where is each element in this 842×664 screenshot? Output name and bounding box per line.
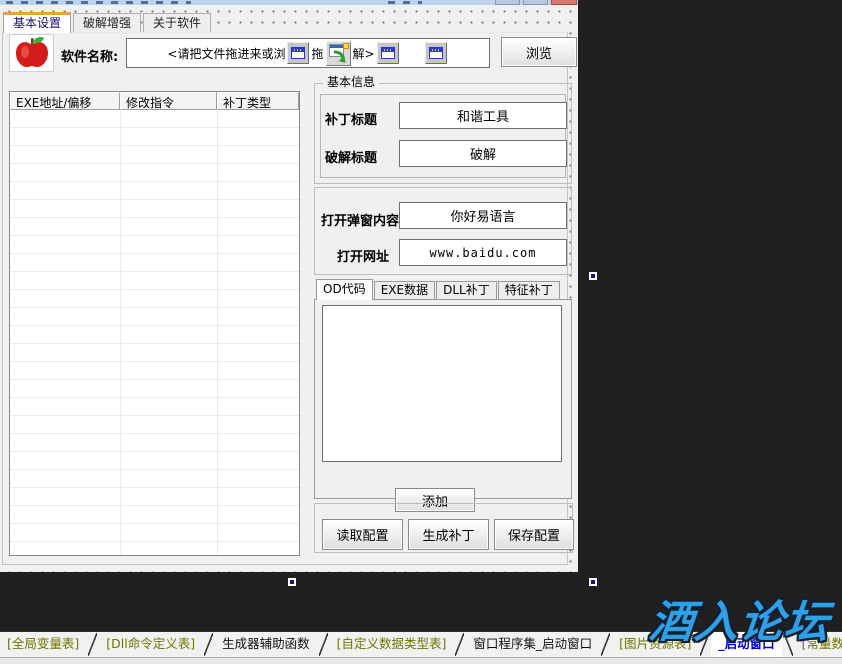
tab-global-variables[interactable]: [全局变量表]: [0, 632, 86, 657]
resize-handle-bottom-right[interactable]: [589, 578, 597, 586]
resize-handle-bottom[interactable]: [288, 578, 296, 586]
tab-window-program-set[interactable]: 窗口程序集_启动窗口: [466, 632, 599, 657]
crack-title-input[interactable]: 破解: [399, 140, 567, 167]
popup-content-input[interactable]: 你好易语言: [399, 202, 567, 229]
column-header-patch-type[interactable]: 补丁类型: [217, 92, 299, 110]
forum-watermark: 酒入论坛: [647, 586, 834, 650]
patch-title-input[interactable]: 和谐工具: [399, 102, 567, 129]
titlebar-text-remnant: [388, 1, 422, 4]
listview-body[interactable]: [10, 110, 299, 555]
tab-separator: [599, 632, 612, 657]
tab-exe-data[interactable]: EXE数据: [374, 281, 435, 299]
resize-handle-right[interactable]: [589, 272, 597, 280]
patch-tab-strip: OD代码 EXE数据 DLL补丁 特征补丁: [316, 279, 561, 299]
name-input-text: 拖: [311, 45, 323, 62]
patch-title-label: 补丁标题: [325, 109, 377, 128]
name-input-text: 解>: [353, 45, 375, 62]
tab-basic-settings[interactable]: 基本设置: [3, 12, 71, 33]
patch-listview[interactable]: EXE地址/偏移 修改指令 补丁类型: [9, 91, 300, 556]
browse-button[interactable]: 浏览: [501, 37, 577, 67]
bottom-scroll-strip[interactable]: [0, 657, 842, 664]
tab-dll-patch[interactable]: DLL补丁: [436, 281, 497, 299]
listview-header: EXE地址/偏移 修改指令 补丁类型: [10, 92, 299, 110]
tab-about-software[interactable]: 关于软件: [143, 13, 211, 32]
apple-icon: [9, 34, 54, 72]
column-header-modify-instruction[interactable]: 修改指令: [120, 92, 217, 110]
save-config-button[interactable]: 保存配置: [494, 519, 574, 550]
window-component-icon[interactable]: [287, 42, 309, 64]
od-code-textarea[interactable]: [322, 305, 562, 462]
crack-title-label: 破解标题: [325, 147, 377, 166]
name-input-text: <请把文件拖进来或浏: [167, 45, 285, 62]
tab-separator: [86, 632, 99, 657]
tab-separator: [317, 632, 330, 657]
column-header-exe-address[interactable]: EXE地址/偏移: [10, 92, 120, 110]
software-name-label: 软件名称:: [61, 46, 118, 65]
popup-groupbox: 打开弹窗内容 你好易语言 打开网址 www.baidu.com: [314, 187, 572, 275]
tab-dll-command-defs[interactable]: [Dll命令定义表]: [99, 632, 202, 657]
tab-separator: [202, 632, 215, 657]
config-buttons-groupbox: 读取配置 生成补丁 保存配置: [314, 503, 573, 553]
basic-info-legend: 基本信息: [323, 75, 379, 90]
drag-drop-component-icon[interactable]: [326, 41, 351, 66]
window-component-icon[interactable]: [377, 42, 399, 64]
tab-custom-data-types[interactable]: [自定义数据类型表]: [330, 632, 454, 657]
software-name-input[interactable]: <请把文件拖进来或浏 拖 解>: [126, 38, 490, 68]
designed-form-window[interactable]: 基本设置 破解增强 关于软件 软件名称: <请把文件拖进来或浏 拖: [0, 0, 578, 572]
tab-feature-patch[interactable]: 特征补丁: [498, 281, 560, 299]
basic-info-groupbox: 基本信息 补丁标题 和谐工具 破解标题 破解: [314, 83, 572, 184]
basic-settings-page: 软件名称: <请把文件拖进来或浏 拖 解> 浏览 EXE地址/偏移 修改指令 补…: [2, 32, 568, 565]
popup-content-label: 打开弹窗内容: [321, 210, 399, 229]
open-url-input[interactable]: www.baidu.com: [399, 239, 567, 266]
tab-generator-helper-functions[interactable]: 生成器辅助函数: [215, 632, 317, 657]
window-component-icon[interactable]: [425, 42, 447, 64]
tab-od-code[interactable]: OD代码: [316, 279, 373, 300]
open-url-label: 打开网址: [337, 246, 389, 265]
od-code-page: 添加: [314, 299, 572, 499]
patch-data-tab-control: OD代码 EXE数据 DLL补丁 特征补丁 添加: [314, 279, 572, 499]
tab-crack-enhance[interactable]: 破解增强: [73, 13, 141, 32]
read-config-button[interactable]: 读取配置: [322, 519, 403, 550]
generate-patch-button[interactable]: 生成补丁: [408, 519, 489, 550]
tab-separator: [453, 632, 466, 657]
main-tab-strip: 基本设置 破解增强 关于软件: [3, 12, 213, 32]
titlebar-text-remnant: [6, 1, 191, 4]
